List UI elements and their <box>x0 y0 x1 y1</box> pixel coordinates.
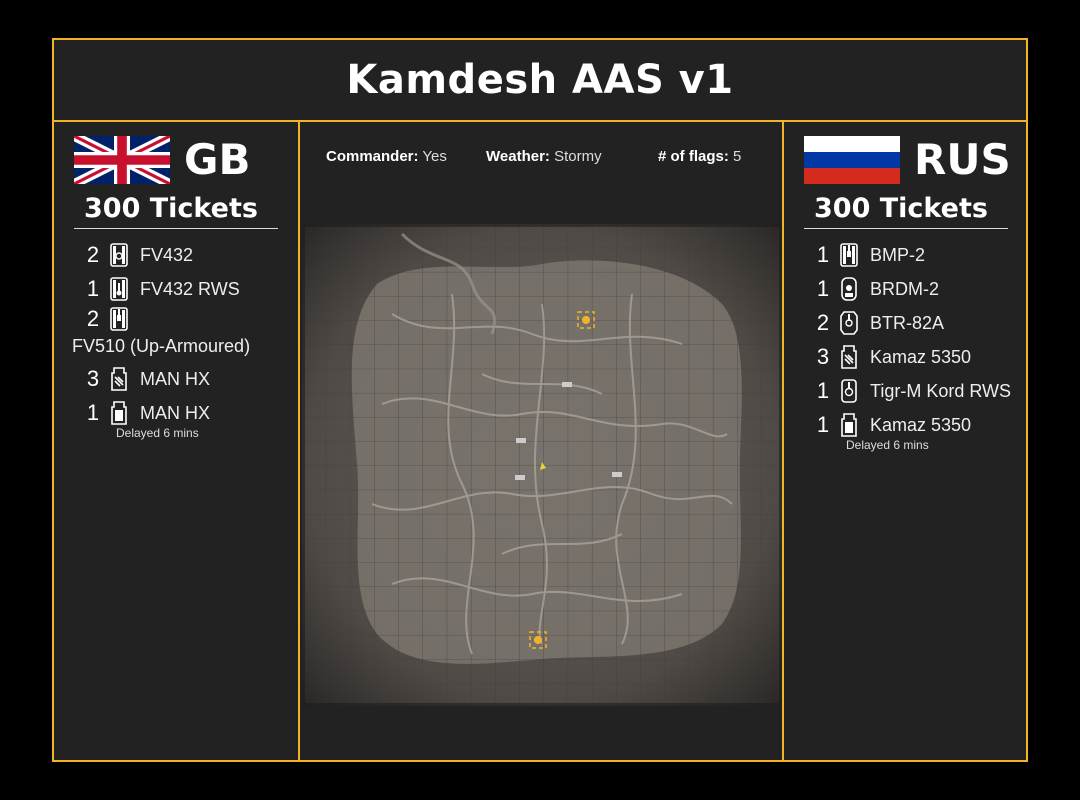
vehicle-count: 1 <box>86 276 100 301</box>
layer-title: Kamdesh AAS v1 <box>346 57 734 103</box>
layer-card: Kamdesh AAS v1 GB 300 Tickets 2 FV432 1 <box>52 38 1028 762</box>
vehicle-count: 2 <box>86 306 100 331</box>
vehicle-count: 2 <box>86 242 100 267</box>
vehicle-row: 3 MAN HX <box>80 362 290 396</box>
vehicle-row: 1 FV432 RWS <box>80 272 290 306</box>
transport-truck-icon <box>841 413 857 437</box>
vehicle-name: MAN HX <box>140 402 211 423</box>
team-panel-rus: RUS 300 Tickets 1 BMP-2 1 BRDM-2 2 BTR-8… <box>784 122 1026 762</box>
vehicle-row: 3 Kamaz 5350 <box>810 340 1020 374</box>
russia-flag-icon <box>804 136 900 184</box>
ifv-icon <box>110 307 128 331</box>
vehicle-row: 2 BTR-82A <box>810 306 1020 340</box>
vehicle-row: 1 BRDM-2 <box>810 272 1020 306</box>
vehicle-count: 1 <box>816 378 830 403</box>
team-name: GB <box>184 135 251 184</box>
flags-label: # of flags: <box>658 148 729 165</box>
mrap-rws-icon <box>841 379 857 403</box>
weather-value: Stormy <box>554 148 602 165</box>
commander-value: Yes <box>422 148 447 165</box>
vehicle-list: 2 FV432 1 FV432 RWS 2 FV510 (Up-Armoured… <box>72 238 290 440</box>
weather-label: Weather: <box>486 148 550 165</box>
commander-label: Commander: <box>326 148 419 165</box>
uk-flag-icon <box>74 136 170 184</box>
vehicle-name: BMP-2 <box>870 244 926 265</box>
ifv-icon <box>840 243 858 267</box>
vehicle-row: 1 Tigr-M Kord RWS <box>810 374 1020 408</box>
vehicle-count: 1 <box>816 242 830 267</box>
apc-rws-icon <box>110 277 128 301</box>
vehicle-count: 2 <box>816 310 830 335</box>
vehicle-list: 1 BMP-2 1 BRDM-2 2 BTR-82A 3 Kamaz 5350 … <box>810 238 1020 452</box>
vehicle-row: 2 FV432 <box>80 238 290 272</box>
vehicle-row: 1 BMP-2 <box>810 238 1020 272</box>
layer-map[interactable] <box>302 224 782 706</box>
vehicle-count: 3 <box>816 344 830 369</box>
vehicle-name: Kamaz 5350 <box>870 346 972 367</box>
vehicle-name: BTR-82A <box>870 312 945 333</box>
ticket-count: 300 Tickets <box>74 190 278 229</box>
team-name: RUS <box>914 135 1011 184</box>
delayed-note: Delayed 6 mins <box>116 426 199 440</box>
vehicle-row: 1 Kamaz 5350 <box>810 408 1020 442</box>
team-header: GB <box>74 134 251 186</box>
vehicle-name: FV432 <box>140 244 194 265</box>
vehicle-count: 1 <box>816 276 830 301</box>
vehicle-row: 1 MAN HX <box>80 396 290 430</box>
apc-tracked-icon <box>110 243 128 267</box>
commander-info: Commander: Yes <box>326 148 447 165</box>
team-panel-gb: GB 300 Tickets 2 FV432 1 FV432 RWS 2 FV5… <box>54 122 300 762</box>
vehicle-row: 2 FV510 (Up-Armoured) <box>72 306 290 362</box>
vehicle-name: BRDM-2 <box>870 278 940 299</box>
logistics-truck-icon <box>111 367 127 391</box>
vehicle-name: FV510 (Up-Armoured) <box>72 336 251 356</box>
flags-value: 5 <box>733 148 742 165</box>
flags-info: # of flags: 5 <box>658 148 741 165</box>
ticket-count: 300 Tickets <box>804 190 1008 229</box>
vehicle-count: 1 <box>816 412 830 437</box>
scout-car-icon <box>841 277 857 301</box>
logistics-truck-icon <box>841 345 857 369</box>
vehicle-name: MAN HX <box>140 368 211 389</box>
weather-info: Weather: Stormy <box>486 148 602 165</box>
vehicle-name: Kamaz 5350 <box>870 414 972 435</box>
team-header: RUS <box>804 134 1011 186</box>
delayed-note: Delayed 6 mins <box>846 438 929 452</box>
title-bar: Kamdesh AAS v1 <box>54 40 1026 122</box>
vehicle-count: 3 <box>86 366 100 391</box>
vehicle-count: 1 <box>86 400 100 425</box>
transport-truck-icon <box>111 401 127 425</box>
vehicle-name: Tigr-M Kord RWS <box>870 380 1012 401</box>
layer-info-panel: Commander: Yes Weather: Stormy # of flag… <box>300 122 784 762</box>
vehicle-name: FV432 RWS <box>140 278 240 299</box>
apc-wheeled-icon <box>840 311 858 335</box>
